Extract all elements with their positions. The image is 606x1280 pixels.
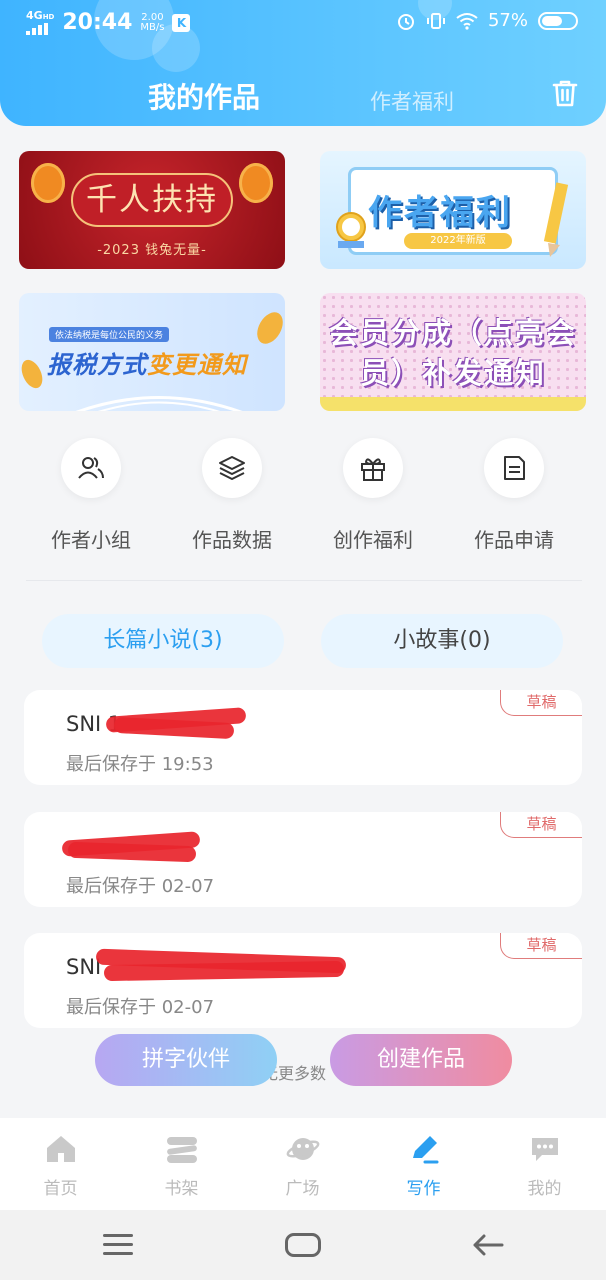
banner-author-benefits-tag: 2022年新版 [404, 233, 512, 249]
battery-icon [538, 11, 578, 30]
banner-tax-title: 报税方式变更通知 [47, 345, 247, 380]
quick-action-label: 作品申请 [474, 528, 554, 552]
battery-percent: 57% [487, 10, 528, 31]
header: 4GHD 20:44 2.00 MB/s K 57% 我的作品 作者福利 [0, 0, 606, 126]
tab-long-novel[interactable]: 长篇小说(3) [42, 614, 284, 668]
system-nav-bar [0, 1210, 606, 1280]
work-card[interactable]: SNI 最后保存于 02-07 草稿 [24, 933, 582, 1028]
draft-badge: 草稿 [500, 690, 582, 716]
layers-icon[interactable] [202, 438, 262, 498]
banner-author-benefits-title: 作者福利 [368, 193, 512, 233]
nav-bookshelf[interactable]: 书架 [121, 1118, 242, 1210]
nav-square[interactable]: 广场 [242, 1118, 363, 1210]
menu-icon[interactable] [103, 1234, 133, 1256]
work-saved-time: 最后保存于 02-07 [66, 876, 215, 897]
tab-my-works[interactable]: 我的作品 [148, 76, 260, 116]
lantern-icon [239, 163, 273, 203]
redaction-mark [103, 960, 345, 982]
banner-tax-title-b: 变更通知 [147, 351, 247, 379]
banner-support[interactable]: 千人扶持 -2023 钱兔无量- [19, 151, 285, 269]
work-saved-time: 最后保存于 02-07 [66, 997, 215, 1018]
banner-member-share[interactable]: 会员分成（点亮会员）补发通知 [320, 293, 586, 411]
status-bar: 4GHD 20:44 2.00 MB/s K 57% [0, 0, 606, 48]
net-speed-value: 2.00 [141, 11, 164, 23]
nav-label: 广场 [285, 1179, 320, 1199]
lantern-icon [31, 163, 65, 203]
network-type: 4G [26, 9, 43, 22]
pencil-icon [543, 182, 569, 257]
home-button-icon[interactable] [285, 1233, 321, 1257]
divider [26, 580, 582, 581]
quick-action-label: 创作福利 [333, 528, 413, 552]
nav-write[interactable]: 写作 [363, 1118, 484, 1210]
signal-icon: 4GHD [26, 10, 54, 35]
nav-label: 书架 [164, 1179, 199, 1199]
nav-label: 首页 [43, 1179, 78, 1199]
nav-mine[interactable]: 我的 [484, 1118, 605, 1210]
banner-tax-notice[interactable]: 依法纳税是每位公民的义务 报税方式变更通知 [19, 293, 285, 411]
clock: 20:44 [62, 10, 133, 35]
word-partner-button[interactable]: 拼字伙伴 [95, 1034, 277, 1086]
work-card[interactable]: SNI 1 最后保存于 19:53 草稿 [24, 690, 582, 785]
work-card[interactable]: 最后保存于 02-07 草稿 [24, 812, 582, 907]
alarm-icon [397, 13, 414, 30]
wifi-icon [456, 12, 478, 30]
quick-action-label: 作品数据 [192, 528, 272, 552]
banner-member-share-title: 会员分成（点亮会员）补发通知 [328, 316, 577, 390]
work-saved-time: 最后保存于 19:53 [66, 754, 214, 775]
banner-author-benefits[interactable]: 作者福利 2022年新版 [320, 151, 586, 269]
decor-arc [75, 396, 243, 411]
banner-support-title: 千人扶持 [71, 173, 233, 227]
banner-tax-title-a: 报税方式 [47, 351, 147, 379]
nav-label: 我的 [527, 1179, 562, 1199]
home-icon [47, 1136, 75, 1162]
network-sup: HD [42, 13, 55, 21]
pen-icon [413, 1136, 439, 1164]
nav-home[interactable]: 首页 [0, 1118, 121, 1210]
chat-icon [532, 1138, 558, 1161]
decor-stripe [320, 397, 586, 411]
redaction-mark [67, 841, 197, 863]
trash-icon[interactable] [550, 78, 580, 108]
tab-author-benefits[interactable]: 作者福利 [370, 86, 454, 116]
coin-icon [19, 356, 47, 392]
draft-badge: 草稿 [500, 812, 582, 838]
clock-icon [336, 212, 366, 248]
gift-icon[interactable] [343, 438, 403, 498]
coin-icon [251, 307, 285, 349]
bottom-nav: 首页 书架 广场 写作 我的 [0, 1118, 606, 1210]
tab-short-story[interactable]: 小故事(0) [321, 614, 563, 668]
quick-action-label: 作者小组 [51, 528, 131, 552]
nav-label: 写作 [406, 1179, 441, 1199]
net-speed-unit: MB/s [140, 21, 165, 33]
document-icon[interactable] [484, 438, 544, 498]
net-speed: 2.00 MB/s [140, 11, 165, 33]
back-icon[interactable] [470, 1230, 506, 1260]
banner-support-subtitle: -2023 钱兔无量- [97, 243, 207, 258]
planet-icon [286, 1138, 320, 1160]
app-notification-icon: K [172, 13, 191, 32]
vibrate-icon [426, 12, 445, 29]
create-work-button[interactable]: 创建作品 [330, 1034, 512, 1086]
bookshelf-icon [167, 1137, 197, 1163]
draft-badge: 草稿 [500, 933, 582, 959]
author-group-icon[interactable] [61, 438, 121, 498]
banner-tax-small: 依法纳税是每位公民的义务 [49, 327, 170, 342]
